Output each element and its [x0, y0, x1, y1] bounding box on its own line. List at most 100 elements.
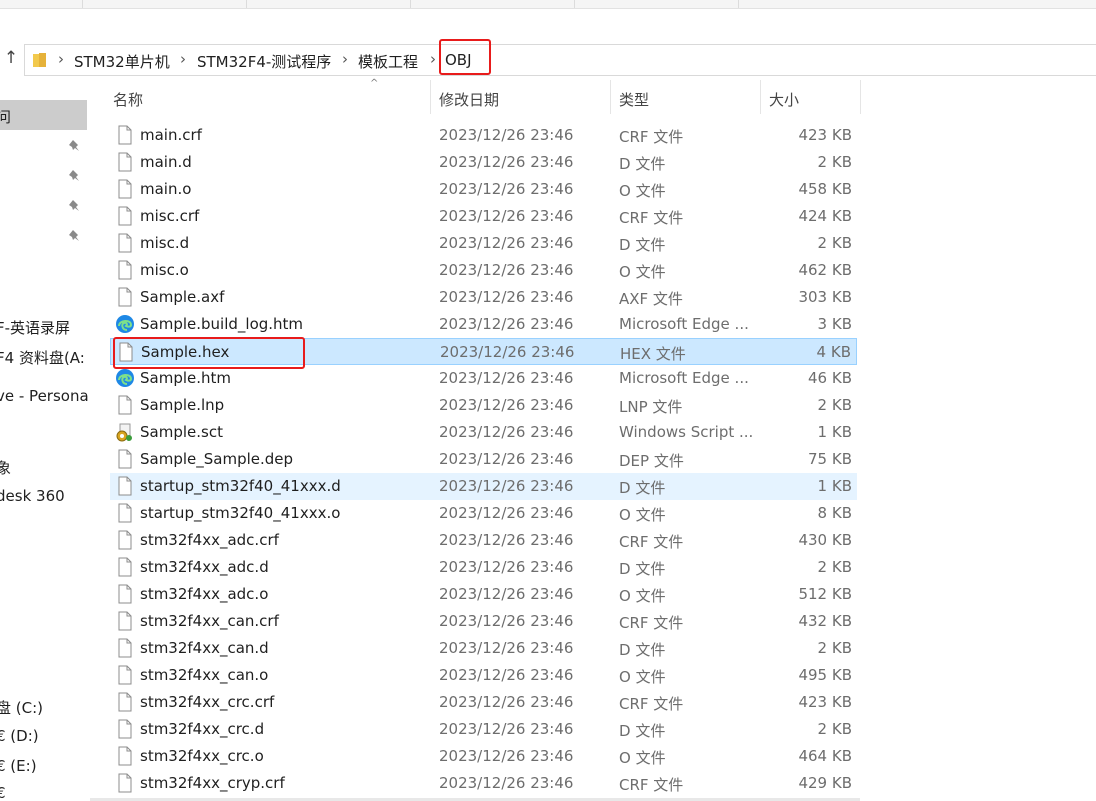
- sidebar-item-label[interactable]: €: [0, 784, 6, 801]
- file-row[interactable]: Sample.lnp 2023/12/26 23:46 LNP 文件 2 KB: [110, 392, 857, 419]
- file-icon: [117, 125, 133, 145]
- edge-icon: [115, 314, 134, 334]
- breadcrumb-item-template-project[interactable]: 模板工程: [358, 51, 418, 72]
- column-divider[interactable]: [860, 80, 861, 114]
- file-type: CRF 文件: [619, 209, 684, 227]
- file-type: LNP 文件: [619, 398, 683, 416]
- file-row[interactable]: startup_stm32f40_41xxx.d 2023/12/26 23:46…: [110, 473, 857, 500]
- file-modified-date: 2023/12/26 23:46: [439, 666, 574, 684]
- file-row[interactable]: stm32f4xx_crc.crf 2023/12/26 23:46 CRF 文件 4…: [110, 689, 857, 716]
- file-row[interactable]: stm32f4xx_can.d 2023/12/26 23:46 D 文件 2 KB: [110, 635, 857, 662]
- sidebar-item-label[interactable]: 问: [0, 106, 11, 127]
- file-icon: [117, 395, 133, 415]
- file-name: Sample.htm: [140, 369, 232, 387]
- file-icon: [117, 638, 133, 658]
- file-type: DEP 文件: [619, 452, 684, 470]
- file-row[interactable]: stm32f4xx_can.crf 2023/12/26 23:46 CRF 文件 4…: [110, 608, 857, 635]
- file-modified-date: 2023/12/26 23:46: [440, 343, 575, 361]
- file-row[interactable]: misc.d 2023/12/26 23:46 D 文件 2 KB: [110, 230, 857, 257]
- breadcrumb-item-test-program[interactable]: STM32F4-测试程序: [197, 51, 331, 72]
- file-icon: [117, 503, 133, 523]
- sidebar-item-label[interactable]: € (E:): [0, 757, 37, 775]
- file-size: 495 KB: [798, 666, 852, 684]
- sidebar-selected-item[interactable]: [0, 100, 87, 130]
- file-type: D 文件: [619, 722, 666, 740]
- file-row[interactable]: Sample.axf 2023/12/26 23:46 AXF 文件 303 KB: [110, 284, 857, 311]
- file-name: Sample.build_log.htm: [140, 315, 304, 333]
- navigation-pane: 问 F-英语录屏 F4 资料盘(A: ve - Persona 象 desk 3…: [0, 80, 90, 801]
- column-header-name[interactable]: 名称: [113, 89, 143, 110]
- file-modified-date: 2023/12/26 23:46: [439, 180, 574, 198]
- sidebar-item-label[interactable]: F4 资料盘(A:: [0, 347, 85, 368]
- column-divider[interactable]: [610, 80, 611, 114]
- file-row[interactable]: stm32f4xx_crc.o 2023/12/26 23:46 O 文件 464 K…: [110, 743, 857, 770]
- file-icon: [117, 152, 133, 172]
- file-row[interactable]: stm32f4xx_cryp.crf 2023/12/26 23:46 CRF 文件…: [110, 770, 857, 797]
- pin-icon[interactable]: [68, 169, 82, 183]
- file-name: Sample.lnp: [140, 396, 225, 414]
- file-name: Sample.sct: [140, 423, 223, 441]
- file-row[interactable]: Sample.build_log.htm 2023/12/26 23:46 Micr…: [110, 311, 857, 338]
- file-modified-date: 2023/12/26 23:46: [439, 315, 574, 333]
- file-row[interactable]: stm32f4xx_adc.d 2023/12/26 23:46 D 文件 2 KB: [110, 554, 857, 581]
- file-name: stm32f4xx_crc.o: [140, 747, 264, 765]
- file-row[interactable]: Sample_Sample.dep 2023/12/26 23:46 DEP 文件 7…: [110, 446, 857, 473]
- breadcrumb-item-stm32[interactable]: STM32单片机: [74, 51, 170, 72]
- pin-icon[interactable]: [68, 199, 82, 213]
- file-modified-date: 2023/12/26 23:46: [439, 720, 574, 738]
- file-modified-date: 2023/12/26 23:46: [439, 774, 574, 792]
- file-type: HEX 文件: [620, 345, 686, 363]
- file-row[interactable]: stm32f4xx_adc.crf 2023/12/26 23:46 CRF 文件 4…: [110, 527, 857, 554]
- column-divider[interactable]: [760, 80, 761, 114]
- sidebar-item-label[interactable]: 盘 (C:): [0, 697, 43, 718]
- file-row[interactable]: Sample.sct 2023/12/26 23:46 Windows Script…: [110, 419, 857, 446]
- file-row[interactable]: Sample.htm 2023/12/26 23:46 Microsoft Edge…: [110, 365, 857, 392]
- pin-icon[interactable]: [68, 229, 82, 243]
- ribbon-strip: [0, 0, 1096, 9]
- file-size: 423 KB: [798, 126, 852, 144]
- sidebar-item-label[interactable]: desk 360: [0, 487, 65, 505]
- file-type: D 文件: [619, 479, 666, 497]
- file-row[interactable]: misc.crf 2023/12/26 23:46 CRF 文件 424 KB: [110, 203, 857, 230]
- file-modified-date: 2023/12/26 23:46: [439, 747, 574, 765]
- file-modified-date: 2023/12/26 23:46: [439, 288, 574, 306]
- address-bar[interactable]: › STM32单片机 › STM32F4-测试程序 › 模板工程 › OBJ: [24, 44, 1096, 76]
- chevron-right-icon: ›: [430, 50, 436, 68]
- file-modified-date: 2023/12/26 23:46: [439, 693, 574, 711]
- chevron-right-icon: ›: [58, 50, 64, 68]
- sidebar-item-label[interactable]: ve - Persona: [0, 387, 89, 405]
- file-size: 1 KB: [817, 423, 852, 441]
- file-icon: [117, 665, 133, 685]
- column-header-date[interactable]: 修改日期: [439, 89, 499, 110]
- file-row[interactable]: stm32f4xx_can.o 2023/12/26 23:46 O 文件 495 K…: [110, 662, 857, 689]
- file-name: Sample.axf: [140, 288, 225, 306]
- file-type: D 文件: [619, 560, 666, 578]
- column-header-size[interactable]: 大小: [769, 89, 799, 110]
- file-row[interactable]: stm32f4xx_crc.d 2023/12/26 23:46 D 文件 2 KB: [110, 716, 857, 743]
- file-row[interactable]: misc.o 2023/12/26 23:46 O 文件 462 KB: [110, 257, 857, 284]
- file-modified-date: 2023/12/26 23:46: [439, 639, 574, 657]
- pin-icon[interactable]: [68, 139, 82, 153]
- file-type: CRF 文件: [619, 776, 684, 794]
- file-type: Microsoft Edge ...: [619, 369, 749, 387]
- file-name: main.d: [140, 153, 192, 171]
- file-type: O 文件: [619, 506, 666, 524]
- column-divider[interactable]: [430, 80, 431, 114]
- sort-ascending-icon: ^: [370, 78, 379, 89]
- file-row[interactable]: main.crf 2023/12/26 23:46 CRF 文件 423 KB: [110, 122, 857, 149]
- file-type: CRF 文件: [619, 533, 684, 551]
- file-row[interactable]: main.d 2023/12/26 23:46 D 文件 2 KB: [110, 149, 857, 176]
- up-arrow-icon[interactable]: ↑: [2, 47, 20, 69]
- file-row[interactable]: main.o 2023/12/26 23:46 O 文件 458 KB: [110, 176, 857, 203]
- file-row[interactable]: startup_stm32f40_41xxx.o 2023/12/26 23:46…: [110, 500, 857, 527]
- file-modified-date: 2023/12/26 23:46: [439, 531, 574, 549]
- file-name: stm32f4xx_can.o: [140, 666, 269, 684]
- column-header-type[interactable]: 类型: [619, 89, 649, 110]
- file-row[interactable]: stm32f4xx_adc.o 2023/12/26 23:46 O 文件 512 K…: [110, 581, 857, 608]
- sidebar-item-label[interactable]: 象: [0, 457, 11, 478]
- sidebar-item-label[interactable]: € (D:): [0, 727, 39, 745]
- file-size: 2 KB: [817, 720, 852, 738]
- file-icon: [117, 287, 133, 307]
- file-size: 1 KB: [817, 477, 852, 495]
- sidebar-item-label[interactable]: F-英语录屏: [0, 317, 70, 338]
